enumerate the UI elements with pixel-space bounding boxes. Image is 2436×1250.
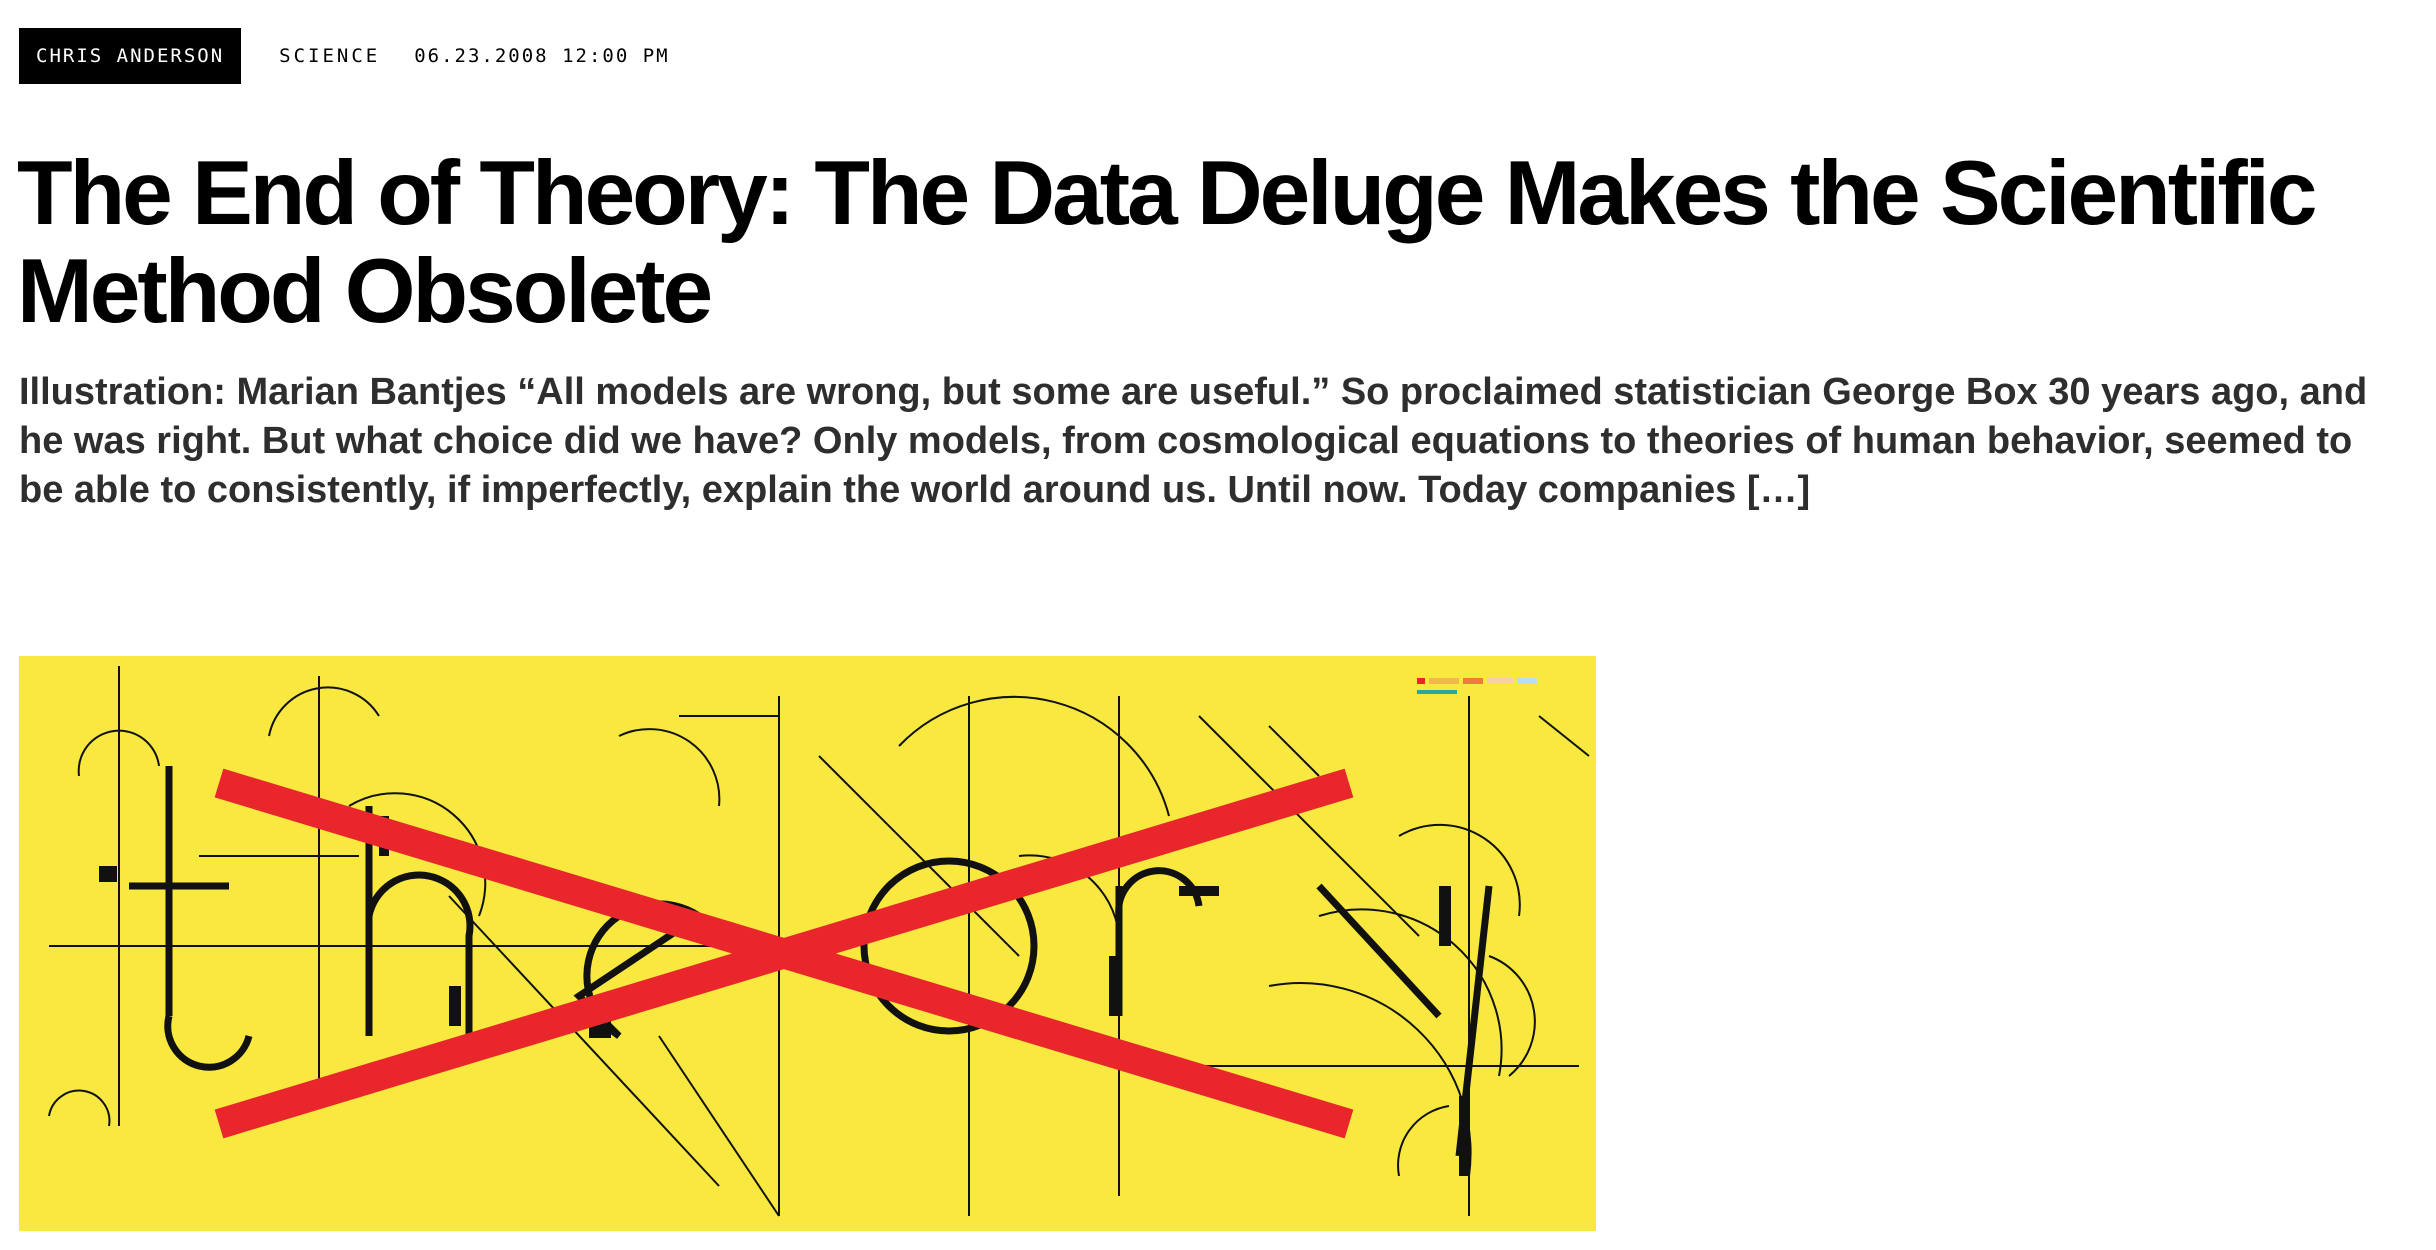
article-title: The End of Theory: The Data Deluge Makes… xyxy=(17,143,2318,342)
article-dek: Illustration: Marian Bantjes “All models… xyxy=(19,371,2368,511)
author-link[interactable]: CHRIS ANDERSON xyxy=(19,28,242,84)
publish-date: 06.23.2008 12:00 PM xyxy=(414,45,670,67)
hero-illustration xyxy=(19,656,1596,1231)
category-link[interactable]: SCIENCE xyxy=(279,45,380,67)
theory-crossed-out-illustration xyxy=(19,656,1596,1231)
article-byline: CHRIS ANDERSON SCIENCE 06.23.2008 12:00 … xyxy=(19,28,670,84)
